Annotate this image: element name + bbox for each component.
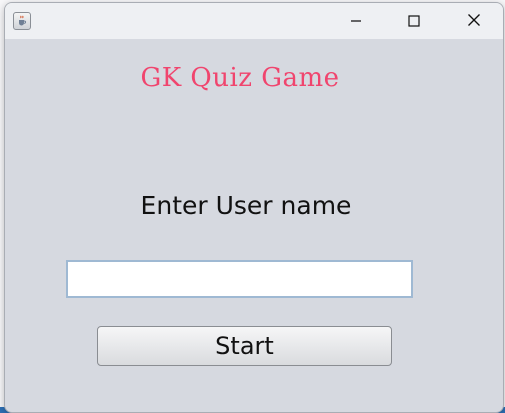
username-prompt: Enter User name xyxy=(140,191,352,220)
close-icon xyxy=(467,12,481,31)
maximize-icon xyxy=(408,12,420,31)
java-cup-icon xyxy=(13,12,31,30)
close-button[interactable] xyxy=(445,3,503,39)
quiz-window: GK Quiz Game Enter User name Start xyxy=(4,2,504,413)
title-bar xyxy=(5,3,503,39)
content-panel: GK Quiz Game Enter User name Start xyxy=(5,39,503,412)
game-title: GK Quiz Game xyxy=(140,63,340,93)
username-input[interactable] xyxy=(66,260,413,298)
minimize-button[interactable] xyxy=(327,3,385,39)
minimize-icon xyxy=(350,12,362,31)
start-button[interactable]: Start xyxy=(97,326,392,366)
maximize-button[interactable] xyxy=(385,3,443,39)
